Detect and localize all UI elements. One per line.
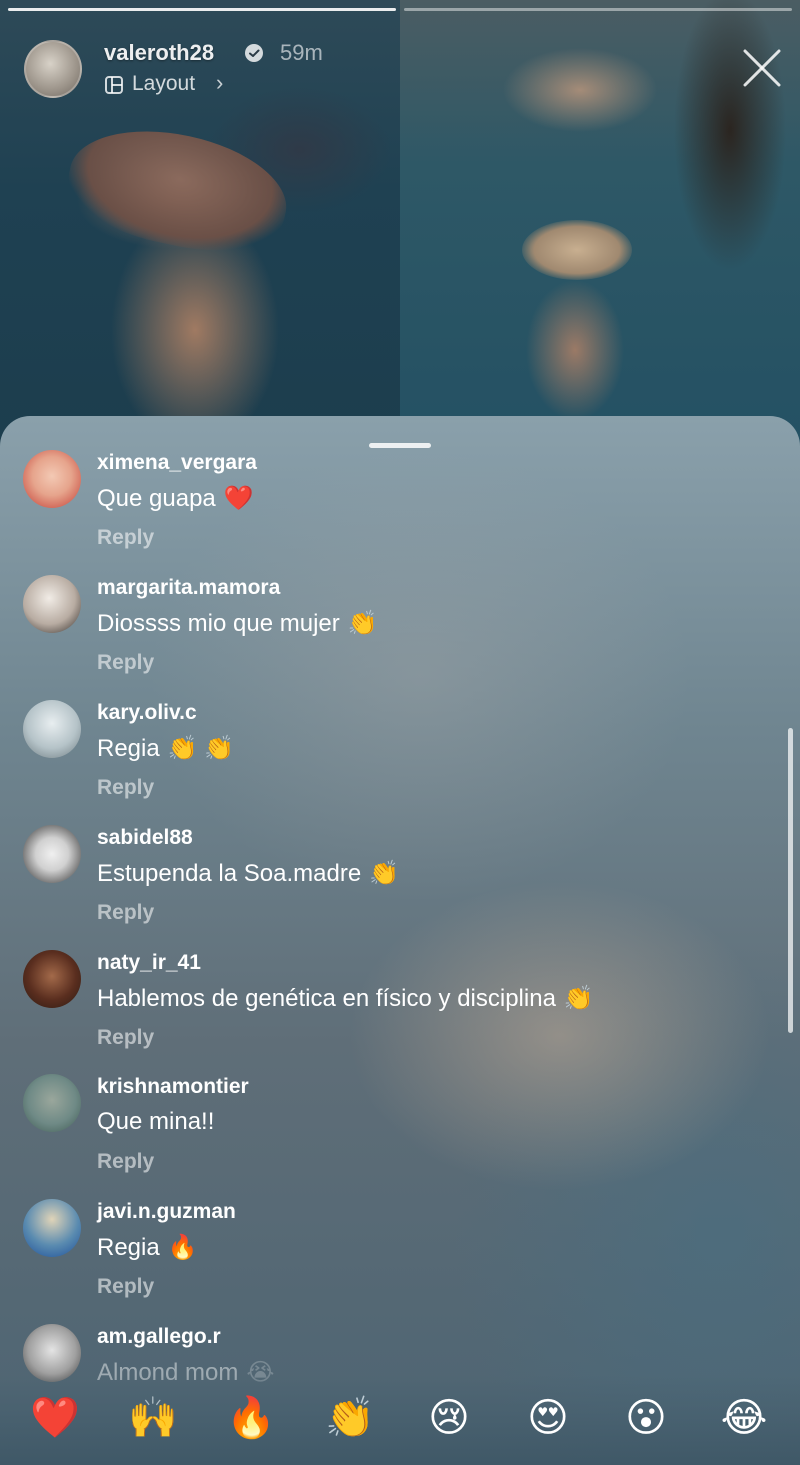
story-username[interactable]: valeroth28 — [104, 40, 214, 66]
fire-reaction-button[interactable]: 🔥 — [221, 1393, 281, 1443]
close-icon[interactable] — [741, 47, 783, 89]
commenter-avatar[interactable] — [23, 950, 81, 1008]
comment-text: Hablemos de genética en físico y discipl… — [97, 984, 594, 1013]
comment-username[interactable]: javi.n.guzman — [97, 1200, 236, 1224]
commenter-avatar[interactable] — [23, 1324, 81, 1382]
comment-username[interactable]: am.gallego.r — [97, 1325, 221, 1349]
comment-username[interactable]: sabidel88 — [97, 826, 193, 850]
clap-reaction-button[interactable]: 👏 — [320, 1393, 380, 1443]
commenter-avatar[interactable] — [23, 450, 81, 508]
comment-emoji: 👏 — [563, 985, 594, 1012]
scrollbar[interactable] — [788, 728, 793, 1033]
comment-text: Estupenda la Soa.madre 👏 — [97, 859, 399, 888]
comment-item: javi.n.guzman Regia 🔥 Reply — [0, 1165, 780, 1298]
comment-body: Diossss mio que mujer — [97, 610, 340, 637]
story-media[interactable]: valeroth28 59m Layout › — [0, 0, 800, 470]
comment-body: Hablemos de genética en físico y discipl… — [97, 985, 556, 1012]
comment-item: ximena_vergara Que guapa ❤️ Reply — [0, 416, 780, 549]
comment-emoji: 👏 — [369, 860, 400, 887]
layout-grid-icon[interactable] — [104, 75, 124, 95]
comment-text: Que guapa ❤️ — [97, 484, 254, 513]
comment-item: krishnamontier Que mina!! Reply — [0, 1040, 780, 1173]
comment-text: Regia 👏 👏 — [97, 734, 234, 763]
chevron-right-icon[interactable]: › — [216, 70, 223, 96]
story-progress-segment-1 — [8, 8, 396, 11]
comment-emoji: ❤️ — [223, 485, 254, 512]
surprised-reaction-button[interactable]: 😮 — [616, 1393, 676, 1443]
comment-username[interactable]: kary.oliv.c — [97, 701, 197, 725]
commenter-avatar[interactable] — [23, 1199, 81, 1257]
comment-text: Diossss mio que mujer 👏 — [97, 609, 378, 638]
laughing-reaction-button[interactable]: 😂 — [714, 1393, 774, 1443]
comment-body: Estupenda la Soa.madre — [97, 860, 362, 887]
story-profile-avatar[interactable] — [24, 40, 82, 98]
commenter-avatar[interactable] — [23, 700, 81, 758]
cry-reaction-button[interactable]: 😢 — [419, 1393, 479, 1443]
story-time-ago: 59m — [280, 40, 323, 65]
comment-text: Que mina!! — [97, 1108, 222, 1136]
comment-emoji: 👏 👏 — [167, 735, 235, 762]
comment-item: kary.oliv.c Regia 👏 👏 Reply — [0, 666, 780, 799]
commenter-avatar[interactable] — [23, 575, 81, 633]
comment-body: Regia — [97, 1234, 160, 1261]
comment-body: Que mina!! — [97, 1108, 215, 1135]
commenter-avatar[interactable] — [23, 825, 81, 883]
layout-link[interactable]: Layout — [132, 72, 195, 96]
commenter-avatar[interactable] — [23, 1074, 81, 1132]
story-progress-segment-2 — [404, 8, 792, 11]
verified-badge-icon — [245, 44, 263, 62]
comment-username[interactable]: margarita.mamora — [97, 576, 280, 600]
raised-hands-reaction-button[interactable]: 🙌 — [123, 1393, 183, 1443]
comment-emoji: 👏 — [347, 610, 378, 637]
comment-text: Regia 🔥 — [97, 1233, 198, 1262]
comment-username[interactable]: ximena_vergara — [97, 451, 257, 475]
comments-sheet[interactable]: ximena_vergara Que guapa ❤️ Reply margari… — [0, 416, 800, 1465]
comment-emoji: 🔥 — [167, 1234, 198, 1261]
photo-detail-hat-right — [522, 220, 632, 280]
comment-item: margarita.mamora Diossss mio que mujer 👏 … — [0, 541, 780, 674]
comment-body: Regia — [97, 735, 160, 762]
comment-username[interactable]: krishnamontier — [97, 1075, 249, 1099]
comment-body: Que guapa — [97, 485, 216, 512]
comment-item: sabidel88 Estupenda la Soa.madre 👏 Reply — [0, 791, 780, 924]
heart-eyes-reaction-button[interactable]: 😍 — [518, 1393, 578, 1443]
reaction-bar: ❤️ 🙌 🔥 👏 😢 😍 😮 😂 — [0, 1375, 800, 1465]
comment-item: naty_ir_41 Hablemos de genética en físic… — [0, 916, 780, 1049]
heart-reaction-button[interactable]: ❤️ — [25, 1393, 85, 1443]
comment-username[interactable]: naty_ir_41 — [97, 951, 201, 975]
